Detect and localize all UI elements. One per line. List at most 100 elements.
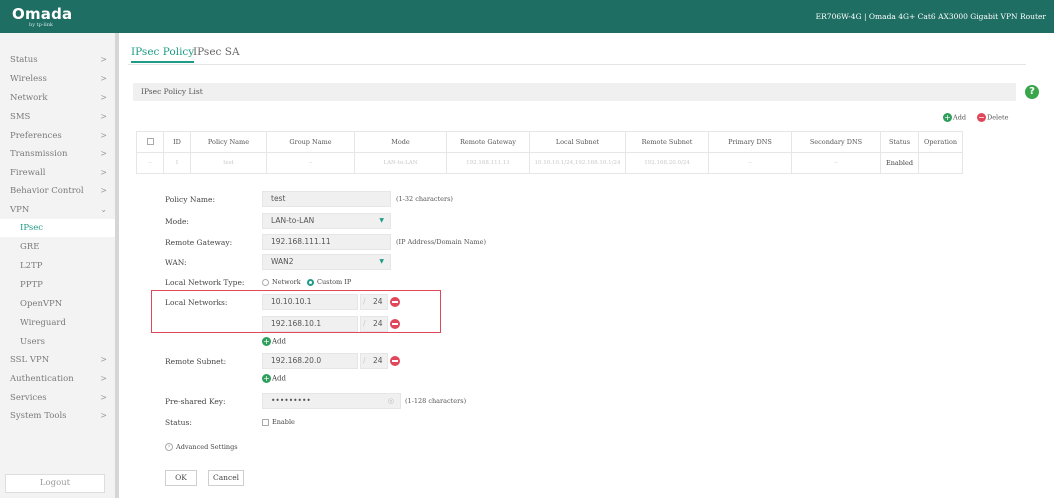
select-all-checkbox[interactable] xyxy=(146,137,154,145)
mode-select[interactable]: LAN-to-LAN ▼ xyxy=(262,213,391,229)
table-cell: 10.10.10.1/24,192.168.10.1/24 xyxy=(529,152,626,174)
sidebar-item-label: Wireless xyxy=(10,74,47,84)
sidebar-item-wireless[interactable]: Wireless > xyxy=(0,70,116,88)
wan-value: WAN2 xyxy=(271,257,294,266)
device-model: ER706W-4G | Omada 4G+ Cat6 AX3000 Gigabi… xyxy=(815,12,1046,21)
remote-subnet-mask-input[interactable]: /24 xyxy=(360,353,388,369)
table-header-cell: Secondary DNS xyxy=(791,131,881,153)
sidebar-item-preferences[interactable]: Preferences > xyxy=(0,127,116,145)
local-network-mask-input-1[interactable]: /24 xyxy=(360,294,388,310)
table-header-cell: Group Name xyxy=(266,131,355,153)
radio-network[interactable]: Network xyxy=(262,278,301,286)
dropdown-arrow-icon: ▼ xyxy=(379,258,384,265)
add-remote-subnet-button[interactable]: + Add xyxy=(262,374,286,383)
local-network-ip-input-2[interactable]: 192.168.10.1 xyxy=(262,316,358,332)
sidebar-item-label: VPN xyxy=(10,205,30,215)
sidebar-item-ssl-vpn[interactable]: SSL VPN > xyxy=(0,351,116,369)
advanced-settings-label: Advanced Settings xyxy=(176,443,238,451)
tab-ipsec-sa[interactable]: IPsec SA xyxy=(193,46,240,58)
sidebar-item-label: Firewall xyxy=(10,168,46,178)
advanced-settings-toggle[interactable]: › Advanced Settings xyxy=(165,443,238,451)
sidebar-item-wireguard[interactable]: Wireguard xyxy=(0,314,116,332)
status-cell: Enabled xyxy=(880,152,919,174)
sidebar-item-authentication[interactable]: Authentication > xyxy=(0,370,116,388)
remove-entry-icon[interactable] xyxy=(390,297,400,307)
psk-value: ••••••••• xyxy=(271,396,311,405)
policy-name-label: Policy Name: xyxy=(165,195,215,204)
sidebar-item-status[interactable]: Status > xyxy=(0,51,116,69)
add-local-network-button[interactable]: + Add xyxy=(262,337,286,346)
table-cell: 192.168.20.0/24 xyxy=(625,152,709,174)
minus-icon: − xyxy=(977,113,986,122)
dropdown-arrow-icon: ▼ xyxy=(379,217,384,224)
local-network-mask-input-2[interactable]: /24 xyxy=(360,316,388,332)
mode-label: Mode: xyxy=(165,217,189,226)
chevron-right-icon: > xyxy=(100,168,107,177)
help-icon[interactable]: ? xyxy=(1025,85,1039,99)
select-all-cell[interactable] xyxy=(136,131,164,153)
sidebar-item-label: Network xyxy=(10,93,48,103)
ok-button[interactable]: OK xyxy=(165,470,197,486)
sidebar-item-label: GRE xyxy=(20,242,40,252)
table-cell: test xyxy=(190,152,267,174)
logout-button[interactable]: Logout xyxy=(5,474,105,493)
delete-label: Delete xyxy=(987,113,1009,122)
add-button[interactable]: + Add xyxy=(943,113,966,122)
sidebar-item-firewall[interactable]: Firewall > xyxy=(0,164,116,182)
chevron-right-icon: > xyxy=(100,55,107,64)
policy-name-hint: (1-32 characters) xyxy=(396,195,453,203)
enable-checkbox[interactable]: Enable xyxy=(262,418,295,426)
mask-value: 24 xyxy=(373,319,383,328)
sidebar-item-system-tools[interactable]: System Tools > xyxy=(0,407,116,425)
remove-entry-icon[interactable] xyxy=(390,319,400,329)
sidebar-item-transmission[interactable]: Transmission > xyxy=(0,145,116,163)
table-cell: -- xyxy=(266,152,355,174)
table-header-row: ID Policy Name Group Name Mode Remote Ga… xyxy=(136,131,963,153)
sidebar-item-label: Services xyxy=(10,393,47,403)
ipsec-policy-table: ID Policy Name Group Name Mode Remote Ga… xyxy=(136,131,963,174)
plus-icon: + xyxy=(943,113,952,122)
pre-shared-key-hint: (1-128 characters) xyxy=(405,397,467,405)
pre-shared-key-input[interactable]: ••••••••• ◎ xyxy=(262,393,401,409)
list-title-bar: IPsec Policy List xyxy=(133,83,1016,101)
sidebar-item-network[interactable]: Network > xyxy=(0,89,116,107)
sidebar-splitter[interactable] xyxy=(115,33,119,498)
tab-ipsec-policy[interactable]: IPsec Policy xyxy=(131,46,195,63)
mode-value: LAN-to-LAN xyxy=(271,216,315,225)
eye-icon[interactable]: ◎ xyxy=(388,394,394,408)
remote-gateway-input[interactable]: 192.168.111.11 xyxy=(262,234,391,250)
wan-select[interactable]: WAN2 ▼ xyxy=(262,254,391,270)
operation-cell[interactable] xyxy=(918,152,963,174)
checkbox-label: Enable xyxy=(272,418,295,426)
table-row[interactable]: -- 1 test -- LAN-to-LAN 192.168.111.11 1… xyxy=(136,152,963,174)
sidebar-item-l2tp[interactable]: L2TP xyxy=(0,257,116,275)
sidebar-item-pptp[interactable]: PPTP xyxy=(0,276,116,294)
add-label: Add xyxy=(953,113,967,122)
top-bar: Omada by tp-link ER706W-4G | Omada 4G+ C… xyxy=(0,0,1054,33)
sidebar-item-behavior-control[interactable]: Behavior Control > xyxy=(0,182,116,200)
sidebar-item-label: PPTP xyxy=(20,280,43,290)
remove-entry-icon[interactable] xyxy=(390,356,400,366)
sidebar-item-users[interactable]: Users xyxy=(0,333,116,351)
remote-subnet-ip-input[interactable]: 192.168.20.0 xyxy=(262,353,358,369)
plus-icon: + xyxy=(262,337,271,346)
sidebar-item-label: OpenVPN xyxy=(20,299,63,309)
table-cell: -- xyxy=(791,152,881,174)
sidebar-item-vpn[interactable]: VPN ⌄ xyxy=(0,201,116,219)
sidebar: Status > Wireless > Network > SMS > Preferen… xyxy=(0,33,116,498)
table-header-cell: Mode xyxy=(354,131,447,153)
mask-value: 24 xyxy=(373,297,383,306)
delete-button[interactable]: − Delete xyxy=(977,113,1008,122)
policy-name-input[interactable]: test xyxy=(262,191,391,207)
sidebar-item-gre[interactable]: GRE xyxy=(0,238,116,256)
table-cell: 192.168.111.11 xyxy=(446,152,530,174)
radio-custom-ip[interactable]: Custom IP xyxy=(307,278,351,286)
sidebar-item-services[interactable]: Services > xyxy=(0,389,116,407)
sidebar-item-ipsec[interactable]: IPsec xyxy=(0,219,116,237)
cancel-button[interactable]: Cancel xyxy=(208,470,244,486)
local-network-ip-input-1[interactable]: 10.10.10.1 xyxy=(262,294,358,310)
sidebar-item-openvpn[interactable]: OpenVPN xyxy=(0,295,116,313)
mask-value: 24 xyxy=(373,356,383,365)
sidebar-item-sms[interactable]: SMS > xyxy=(0,108,116,126)
remote-subnet-label: Remote Subnet: xyxy=(165,357,227,366)
